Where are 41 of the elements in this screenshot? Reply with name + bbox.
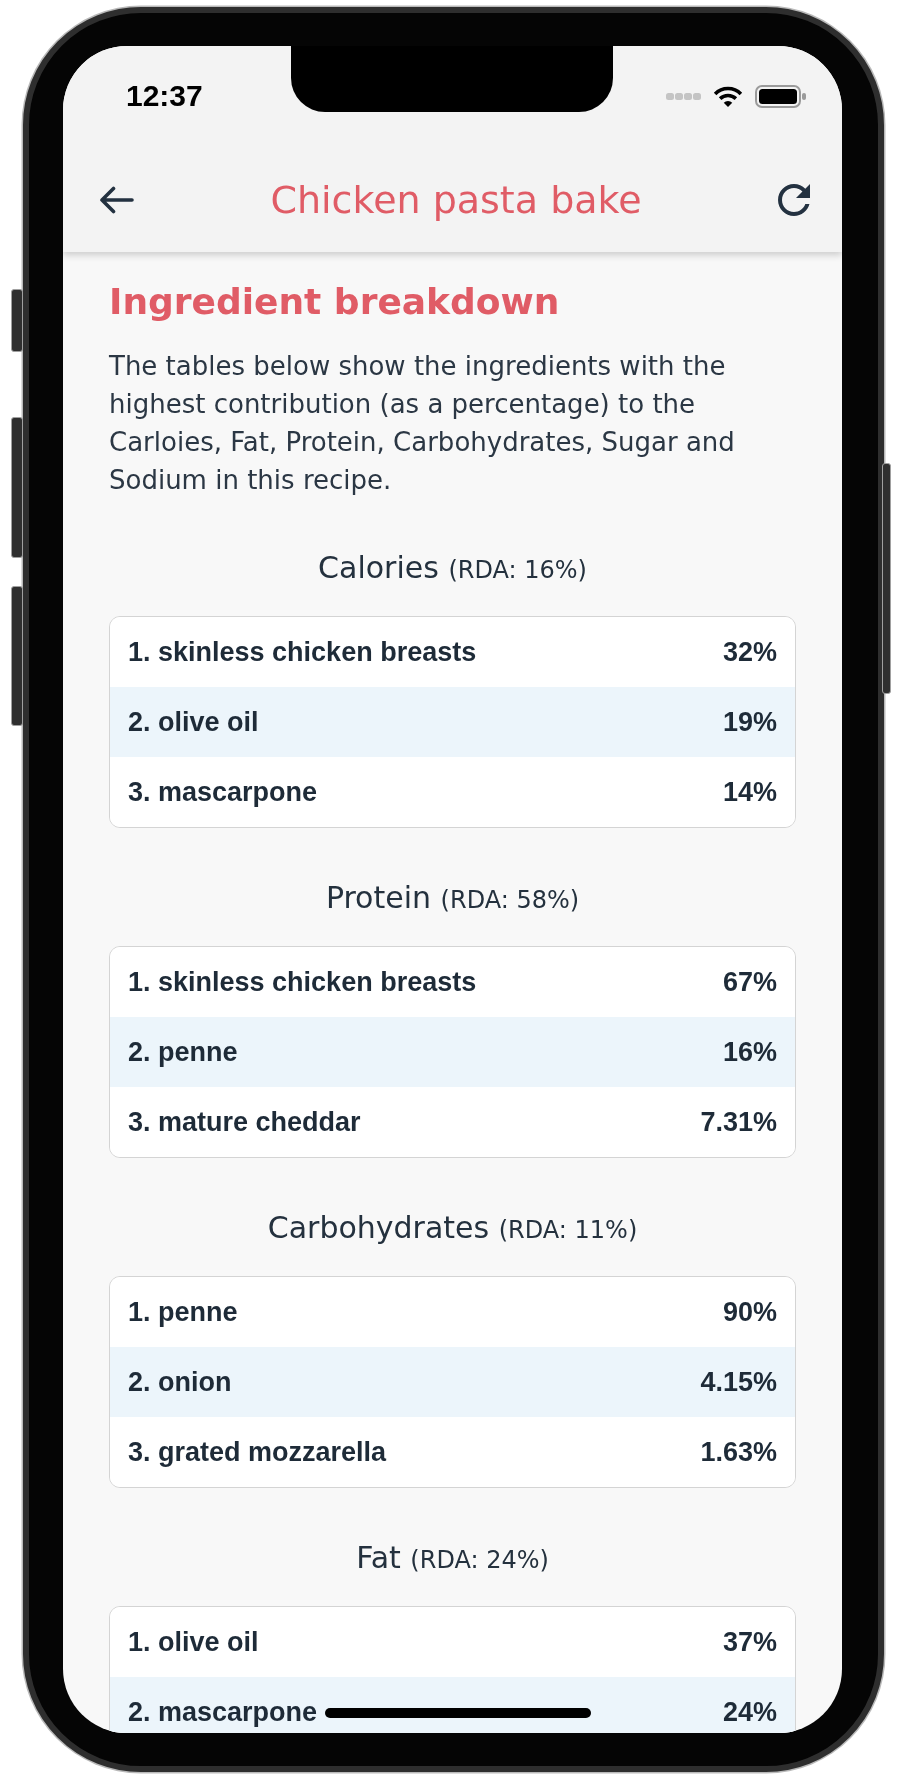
ingredient-name: 1. olive oil	[128, 1626, 259, 1658]
arrow-left-icon	[99, 186, 134, 214]
percentage-value: 1.63%	[700, 1436, 777, 1468]
side-button[interactable]	[882, 463, 891, 694]
table-heading: Fat (RDA: 24%)	[355, 1539, 550, 1577]
table-heading: Protein (RDA: 58%)	[324, 879, 581, 917]
ingredient-name: 2. penne	[128, 1036, 238, 1068]
side-button[interactable]	[11, 417, 23, 558]
percentage-value: 14%	[722, 776, 777, 808]
ingredient-name: 1. penne	[128, 1296, 238, 1328]
percentage-value: 24%	[722, 1696, 777, 1728]
percentage-value: 19%	[722, 706, 777, 738]
percentage-value: 32%	[722, 636, 777, 668]
table-heading: Calories (RDA: 16%)	[317, 549, 588, 587]
ingredient-name: 2. onion	[128, 1366, 232, 1398]
signal-icon	[666, 92, 701, 100]
percentage-value: 67%	[722, 966, 777, 998]
percentage-value: 16%	[722, 1036, 777, 1068]
battery-icon	[755, 84, 806, 108]
percentage-value: 7.31%	[700, 1106, 777, 1138]
percentage-value: 90%	[722, 1296, 777, 1328]
refresh-button[interactable]	[778, 184, 810, 216]
ingredient-name: 2. mascarpone	[128, 1696, 318, 1728]
side-button[interactable]	[11, 289, 23, 352]
percentage-value: 4.15%	[700, 1366, 777, 1398]
refresh-icon	[778, 184, 810, 216]
ingredient-name: 3. mature cheddar	[128, 1106, 361, 1138]
page-title: Chicken pasta bake	[269, 177, 643, 223]
ingredient-name: 2. olive oil	[128, 706, 259, 738]
side-button[interactable]	[11, 586, 23, 726]
intro-text: The tables below show the ingredients with the highest contribution (as a percentage) to the Carloies, Fat, Protein, Carbohydrates, Sugar and Sodium in this recipe.	[109, 350, 736, 497]
ingredient-name: 1. skinless chicken breasts	[128, 636, 477, 668]
status-time: 12:37	[126, 79, 203, 113]
wifi-icon	[712, 84, 744, 108]
table-heading: Carbohydrates (RDA: 11%)	[266, 1209, 639, 1247]
ingredient-name: 3. mascarpone	[128, 776, 318, 808]
ingredient-name: 1. skinless chicken breasts	[128, 966, 477, 998]
section-heading: Ingredient breakdown	[109, 280, 561, 324]
percentage-value: 37%	[722, 1626, 777, 1658]
back-button[interactable]	[99, 186, 134, 214]
ingredient-name: 3. grated mozzarella	[128, 1436, 387, 1468]
